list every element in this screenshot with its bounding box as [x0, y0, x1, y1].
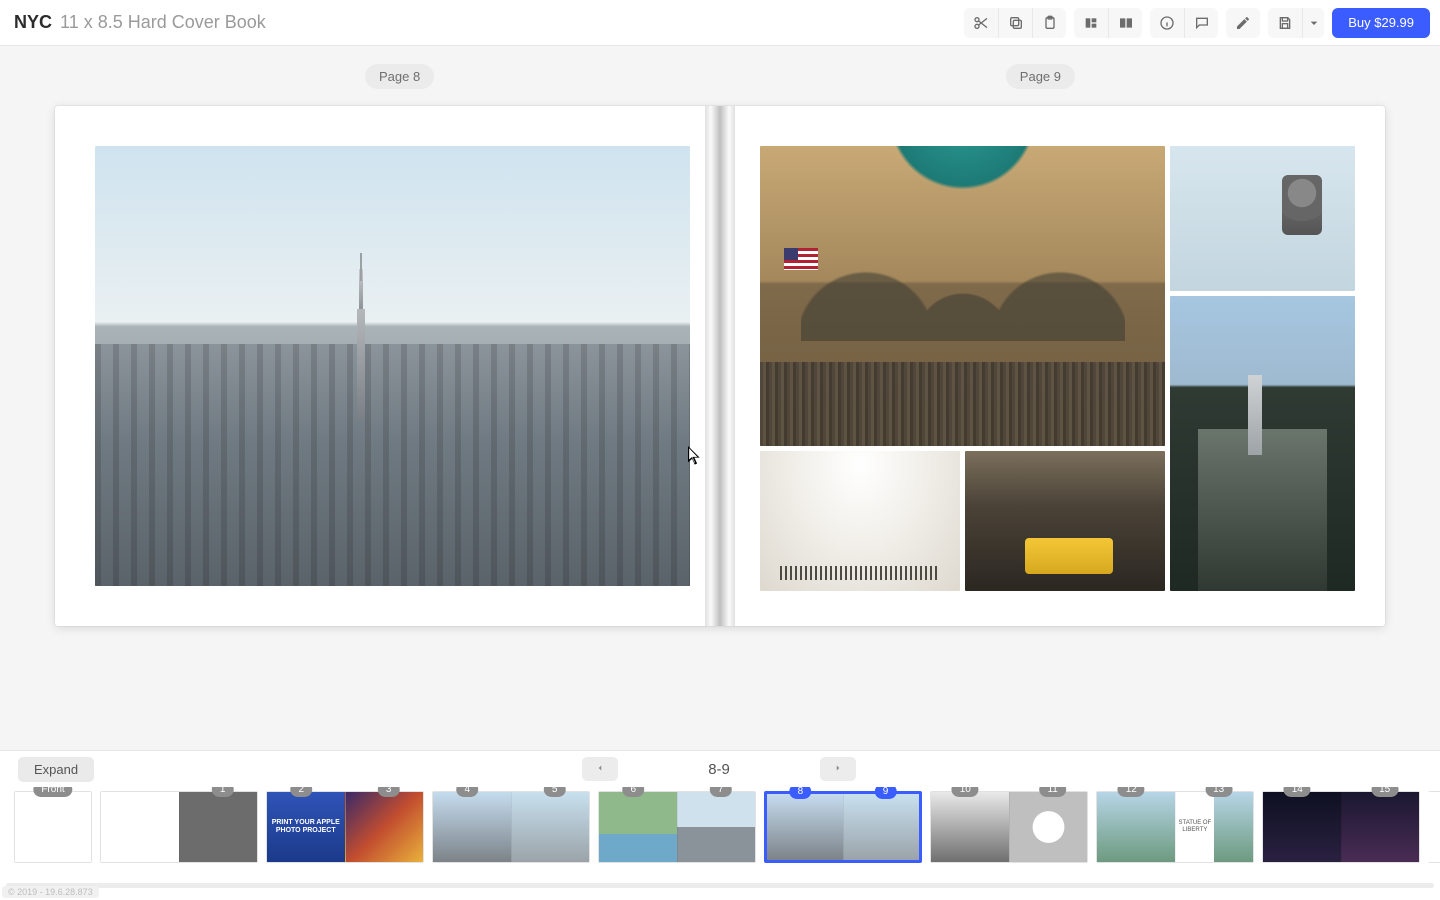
edit-button[interactable] [1226, 8, 1260, 38]
buy-button[interactable]: Buy $29.99 [1332, 8, 1430, 38]
info-group [1150, 8, 1218, 38]
next-spread-button[interactable] [820, 757, 856, 781]
chevron-right-icon [833, 762, 843, 777]
thumb-spread-1[interactable]: 1 [100, 791, 258, 863]
pencil-icon [1235, 15, 1251, 31]
thumb-spread-6-7[interactable]: 6 7 [598, 791, 756, 863]
save-group [1268, 8, 1324, 38]
thumb-badge: 4 [457, 787, 479, 797]
thumb-badge: 15 [1371, 787, 1398, 797]
pager: 8-9 [582, 757, 856, 781]
thumb-text: STATUE OF LIBERTY [1176, 820, 1215, 834]
thumb-spread-14-15[interactable]: 14 15 [1262, 791, 1420, 863]
clipboard-group [964, 8, 1066, 38]
document-title: NYC [14, 12, 52, 33]
layout-group [1074, 8, 1142, 38]
thumb-badge: 6 [623, 787, 645, 797]
page-right[interactable] [730, 106, 1385, 626]
thumb-badge: 14 [1284, 787, 1311, 797]
thumb-spread-4-5[interactable]: 4 5 [432, 791, 590, 863]
photo-oculus[interactable] [760, 451, 960, 591]
thumb-badge: 12 [1118, 787, 1145, 797]
thumb-badge: 7 [710, 787, 732, 797]
thumb-badge: 10 [952, 787, 979, 797]
left-page-chip: Page 8 [365, 64, 434, 89]
paste-button[interactable] [1032, 8, 1066, 38]
mouse-cursor-icon [688, 446, 702, 466]
photo-street-canyon[interactable] [1170, 296, 1355, 591]
paste-icon [1042, 15, 1058, 31]
chevron-left-icon [595, 762, 605, 777]
thumb-spread-2-3[interactable]: 2 3 PRINT YOUR APPLE PHOTO PROJECT [266, 791, 424, 863]
copy-button[interactable] [998, 8, 1032, 38]
copy-icon [1008, 15, 1024, 31]
thumb-spread-10-11[interactable]: 10 11 [930, 791, 1088, 863]
thumb-badge: 2 [291, 787, 313, 797]
thumb-badge: 1 [212, 787, 234, 797]
thumb-spread-8-9[interactable]: 8 9 [764, 791, 922, 863]
scissors-icon [973, 15, 989, 31]
cut-button[interactable] [964, 8, 998, 38]
document-subtitle: 11 x 8.5 Hard Cover Book [60, 12, 266, 33]
thumb-badge: 9 [875, 787, 897, 799]
top-toolbar: NYC 11 x 8.5 Hard Cover Book [0, 0, 1440, 46]
filmstrip-panel: Expand 8-9 Front 1 [0, 750, 1440, 900]
info-icon [1159, 15, 1175, 31]
save-icon [1277, 15, 1293, 31]
comment-icon [1194, 15, 1210, 31]
photo-binoculars[interactable] [1170, 146, 1355, 291]
spread-button[interactable] [1108, 8, 1142, 38]
thumb-overflow[interactable] [1428, 791, 1440, 863]
book-spread[interactable] [55, 106, 1385, 626]
copyright-label: © 2019 - 19.6.28.873 [2, 886, 99, 898]
page-labels: Page 8 Page 9 [55, 64, 1385, 89]
current-spread-label: 8-9 [708, 761, 730, 778]
thumb-badge: 5 [544, 787, 566, 797]
layout-button[interactable] [1074, 8, 1108, 38]
photo-taxi-steam[interactable] [965, 451, 1165, 591]
prev-spread-button[interactable] [582, 757, 618, 781]
chevron-down-icon [1306, 15, 1322, 31]
editor-canvas: Page 8 Page 9 [0, 46, 1440, 750]
photo-grand-central[interactable] [760, 146, 1165, 446]
right-page-chip: Page 9 [1006, 64, 1075, 89]
save-button[interactable] [1268, 8, 1302, 38]
thumb-text: PRINT YOUR APPLE PHOTO PROJECT [267, 819, 345, 836]
thumb-spread-12-13[interactable]: 12 13 STATUE OF LIBERTY [1096, 791, 1254, 863]
thumb-badge: 3 [378, 787, 400, 797]
thumb-front[interactable]: Front [14, 791, 92, 863]
thumb-badge: 11 [1039, 787, 1065, 797]
comment-button[interactable] [1184, 8, 1218, 38]
page-left[interactable] [55, 106, 730, 626]
layout-icon [1083, 15, 1099, 31]
expand-button[interactable]: Expand [18, 757, 94, 782]
thumb-badge: 13 [1205, 787, 1232, 797]
save-menu-button[interactable] [1302, 8, 1324, 38]
photo-nyc-skyline[interactable] [95, 146, 690, 586]
thumb-badge: 8 [790, 787, 812, 799]
edit-group [1226, 8, 1260, 38]
info-button[interactable] [1150, 8, 1184, 38]
book-icon [1118, 15, 1134, 31]
book-spine [705, 106, 735, 626]
horizontal-scrollbar[interactable] [6, 883, 1434, 888]
thumb-badge: Front [33, 787, 72, 797]
